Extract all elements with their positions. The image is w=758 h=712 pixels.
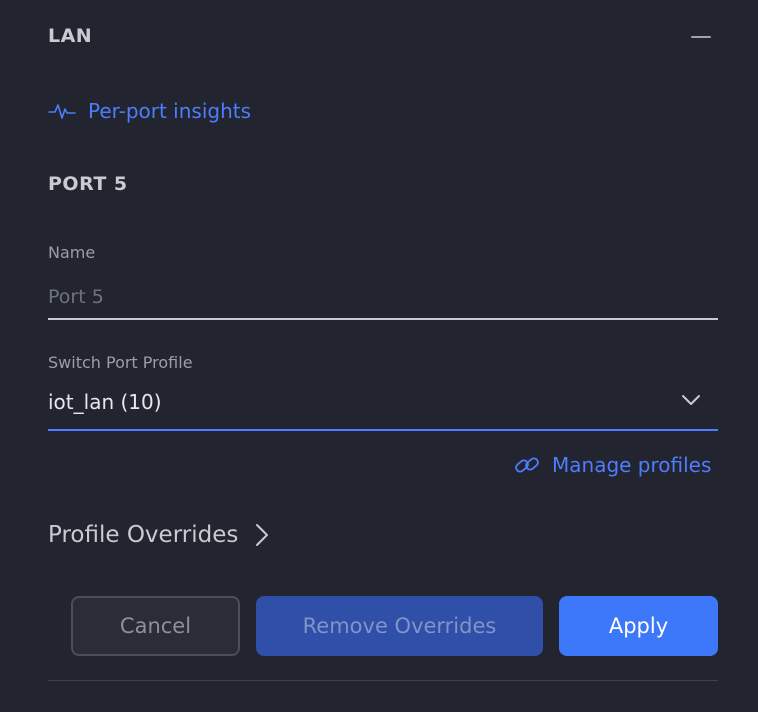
remove-overrides-button[interactable]: Remove Overrides [256, 596, 543, 656]
link-icon [515, 457, 539, 473]
chevron-right-icon [256, 524, 269, 546]
name-field-label: Name [48, 243, 96, 262]
divider [48, 680, 718, 681]
collapse-button[interactable] [689, 26, 713, 50]
manage-profiles-label: Manage profiles [552, 453, 712, 477]
pulse-icon [48, 104, 76, 119]
apply-button[interactable]: Apply [559, 596, 718, 656]
switch-port-profile-label: Switch Port Profile [48, 353, 193, 372]
cancel-button[interactable]: Cancel [71, 596, 240, 656]
port-settings-panel: LAN Per-port insights PORT 5 Name Switch… [0, 0, 758, 712]
profile-overrides-label: Profile Overrides [48, 522, 239, 548]
per-port-insights-link[interactable]: Per-port insights [48, 96, 251, 126]
switch-port-profile-select[interactable]: iot_lan (10) [48, 384, 718, 431]
manage-profiles-link[interactable]: Manage profiles [514, 450, 711, 480]
section-title: LAN [48, 25, 93, 47]
port-title: PORT 5 [48, 173, 128, 195]
switch-port-profile-value: iot_lan (10) [48, 390, 162, 414]
profile-overrides-toggle[interactable]: Profile Overrides [48, 518, 270, 552]
chevron-down-icon [682, 395, 700, 405]
name-input[interactable] [48, 276, 718, 320]
per-port-insights-label: Per-port insights [88, 99, 252, 123]
minus-icon [691, 36, 711, 38]
